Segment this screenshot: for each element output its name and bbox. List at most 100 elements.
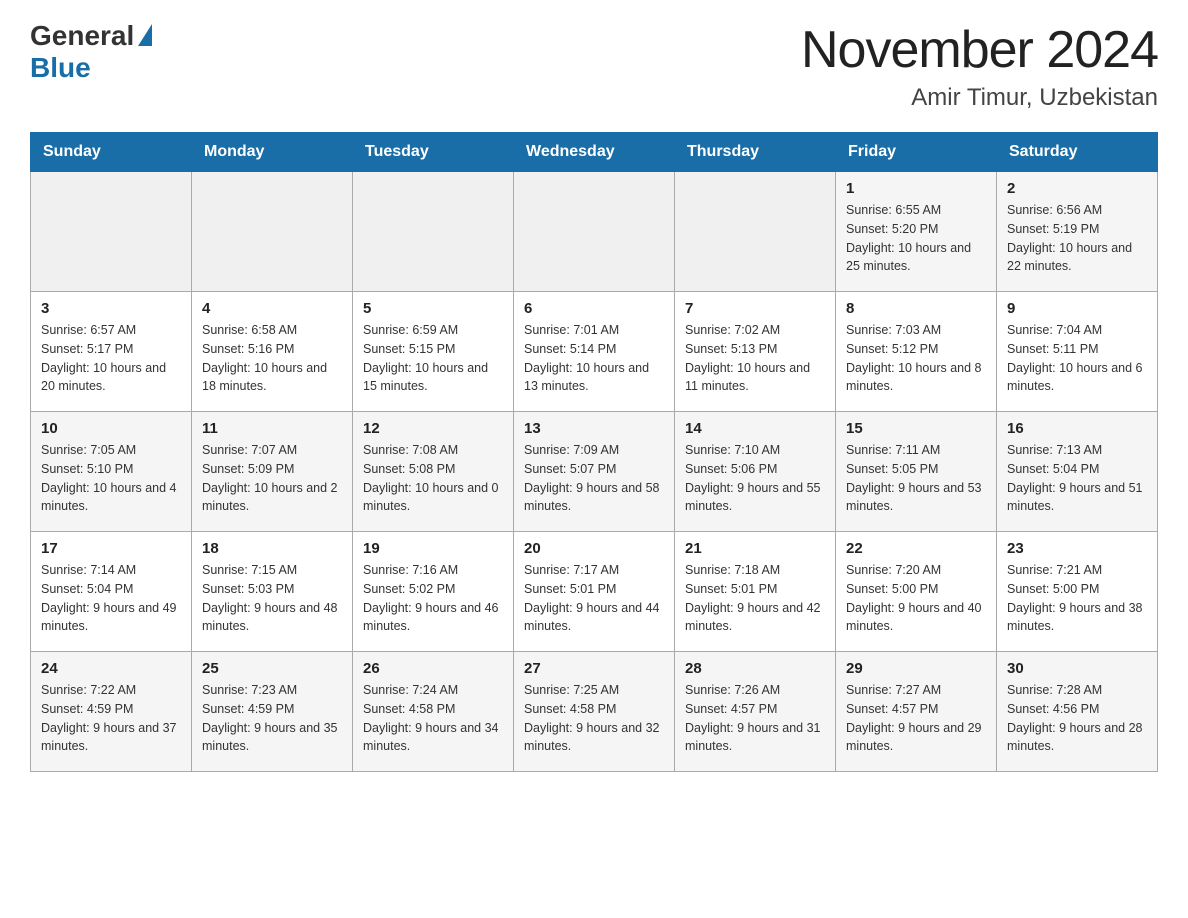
weekday-header-monday: Monday bbox=[192, 133, 353, 172]
calendar-cell: 19 Sunrise: 7:16 AMSunset: 5:02 PMDayligh… bbox=[353, 532, 514, 652]
calendar-cell: 16 Sunrise: 7:13 AMSunset: 5:04 PMDayligh… bbox=[997, 412, 1158, 532]
calendar-cell: 27 Sunrise: 7:25 AMSunset: 4:58 PMDayligh… bbox=[514, 652, 675, 772]
calendar-cell: 13Sunrise: 7:09 AMSunset: 5:07 PMDayligh… bbox=[514, 412, 675, 532]
calendar-cell bbox=[192, 172, 353, 292]
day-info: Sunrise: 7:15 AMSunset: 5:03 PMDaylight:… bbox=[202, 561, 342, 636]
day-info: Sunrise: 7:09 AMSunset: 5:07 PMDaylight:… bbox=[524, 441, 664, 516]
calendar-cell: 8 Sunrise: 7:03 AMSunset: 5:12 PMDaylight… bbox=[836, 292, 997, 412]
day-number: 14 bbox=[685, 420, 825, 437]
day-number: 4 bbox=[202, 300, 342, 317]
day-number: 6 bbox=[524, 300, 664, 317]
day-number: 21 bbox=[685, 540, 825, 557]
day-info: Sunrise: 7:16 AMSunset: 5:02 PMDaylight:… bbox=[363, 561, 503, 636]
calendar-cell bbox=[514, 172, 675, 292]
calendar-cell: 17Sunrise: 7:14 AMSunset: 5:04 PMDayligh… bbox=[31, 532, 192, 652]
day-number: 2 bbox=[1007, 180, 1147, 197]
day-info: Sunrise: 6:55 AMSunset: 5:20 PMDaylight:… bbox=[846, 201, 986, 276]
day-number: 24 bbox=[41, 660, 181, 677]
weekday-header-tuesday: Tuesday bbox=[353, 133, 514, 172]
day-info: Sunrise: 7:26 AMSunset: 4:57 PMDaylight:… bbox=[685, 681, 825, 756]
day-info: Sunrise: 7:21 AMSunset: 5:00 PMDaylight:… bbox=[1007, 561, 1147, 636]
day-number: 26 bbox=[363, 660, 503, 677]
day-info: Sunrise: 7:25 AMSunset: 4:58 PMDaylight:… bbox=[524, 681, 664, 756]
calendar-cell: 25 Sunrise: 7:23 AMSunset: 4:59 PMDayligh… bbox=[192, 652, 353, 772]
day-info: Sunrise: 7:01 AMSunset: 5:14 PMDaylight:… bbox=[524, 321, 664, 396]
day-info: Sunrise: 7:28 AMSunset: 4:56 PMDaylight:… bbox=[1007, 681, 1147, 756]
calendar-cell bbox=[31, 172, 192, 292]
calendar-table: SundayMondayTuesdayWednesdayThursdayFrid… bbox=[30, 132, 1158, 772]
day-info: Sunrise: 7:20 AMSunset: 5:00 PMDaylight:… bbox=[846, 561, 986, 636]
day-info: Sunrise: 7:04 AMSunset: 5:11 PMDaylight:… bbox=[1007, 321, 1147, 396]
calendar-cell: 23 Sunrise: 7:21 AMSunset: 5:00 PMDayligh… bbox=[997, 532, 1158, 652]
day-number: 3 bbox=[41, 300, 181, 317]
day-number: 15 bbox=[846, 420, 986, 437]
location-title: Amir Timur, Uzbekistan bbox=[801, 84, 1158, 112]
day-info: Sunrise: 7:03 AMSunset: 5:12 PMDaylight:… bbox=[846, 321, 986, 396]
day-info: Sunrise: 7:27 AMSunset: 4:57 PMDaylight:… bbox=[846, 681, 986, 756]
weekday-header-saturday: Saturday bbox=[997, 133, 1158, 172]
calendar-week-row: 10Sunrise: 7:05 AMSunset: 5:10 PMDayligh… bbox=[31, 412, 1158, 532]
day-number: 22 bbox=[846, 540, 986, 557]
day-info: Sunrise: 7:02 AMSunset: 5:13 PMDaylight:… bbox=[685, 321, 825, 396]
day-info: Sunrise: 7:10 AMSunset: 5:06 PMDaylight:… bbox=[685, 441, 825, 516]
day-info: Sunrise: 6:59 AMSunset: 5:15 PMDaylight:… bbox=[363, 321, 503, 396]
logo-general-text: General bbox=[30, 20, 134, 52]
day-info: Sunrise: 7:14 AMSunset: 5:04 PMDaylight:… bbox=[41, 561, 181, 636]
day-info: Sunrise: 7:08 AMSunset: 5:08 PMDaylight:… bbox=[363, 441, 503, 516]
calendar-cell: 9 Sunrise: 7:04 AMSunset: 5:11 PMDaylight… bbox=[997, 292, 1158, 412]
calendar-cell: 7 Sunrise: 7:02 AMSunset: 5:13 PMDaylight… bbox=[675, 292, 836, 412]
day-number: 11 bbox=[202, 420, 342, 437]
weekday-header-friday: Friday bbox=[836, 133, 997, 172]
calendar-cell: 24 Sunrise: 7:22 AMSunset: 4:59 PMDayligh… bbox=[31, 652, 192, 772]
calendar-cell: 28 Sunrise: 7:26 AMSunset: 4:57 PMDayligh… bbox=[675, 652, 836, 772]
day-number: 18 bbox=[202, 540, 342, 557]
day-number: 1 bbox=[846, 180, 986, 197]
calendar-cell: 29Sunrise: 7:27 AMSunset: 4:57 PMDayligh… bbox=[836, 652, 997, 772]
day-info: Sunrise: 6:57 AMSunset: 5:17 PMDaylight:… bbox=[41, 321, 181, 396]
day-number: 9 bbox=[1007, 300, 1147, 317]
day-number: 7 bbox=[685, 300, 825, 317]
day-info: Sunrise: 7:24 AMSunset: 4:58 PMDaylight:… bbox=[363, 681, 503, 756]
day-info: Sunrise: 7:18 AMSunset: 5:01 PMDaylight:… bbox=[685, 561, 825, 636]
calendar-week-row: 1 Sunrise: 6:55 AMSunset: 5:20 PMDaylight… bbox=[31, 172, 1158, 292]
calendar-cell: 30 Sunrise: 7:28 AMSunset: 4:56 PMDayligh… bbox=[997, 652, 1158, 772]
calendar-cell: 5 Sunrise: 6:59 AMSunset: 5:15 PMDaylight… bbox=[353, 292, 514, 412]
logo-blue-text: Blue bbox=[30, 52, 91, 84]
month-title: November 2024 bbox=[801, 20, 1158, 80]
calendar-cell: 15Sunrise: 7:11 AMSunset: 5:05 PMDayligh… bbox=[836, 412, 997, 532]
weekday-header-sunday: Sunday bbox=[31, 133, 192, 172]
calendar-cell: 10Sunrise: 7:05 AMSunset: 5:10 PMDayligh… bbox=[31, 412, 192, 532]
calendar-week-row: 3 Sunrise: 6:57 AMSunset: 5:17 PMDaylight… bbox=[31, 292, 1158, 412]
day-number: 12 bbox=[363, 420, 503, 437]
day-number: 5 bbox=[363, 300, 503, 317]
day-info: Sunrise: 7:17 AMSunset: 5:01 PMDaylight:… bbox=[524, 561, 664, 636]
calendar-cell: 14 Sunrise: 7:10 AMSunset: 5:06 PMDayligh… bbox=[675, 412, 836, 532]
day-number: 28 bbox=[685, 660, 825, 677]
calendar-cell: 11 Sunrise: 7:07 AMSunset: 5:09 PMDayligh… bbox=[192, 412, 353, 532]
day-info: Sunrise: 7:07 AMSunset: 5:09 PMDaylight:… bbox=[202, 441, 342, 516]
weekday-header-wednesday: Wednesday bbox=[514, 133, 675, 172]
day-number: 25 bbox=[202, 660, 342, 677]
day-number: 16 bbox=[1007, 420, 1147, 437]
day-number: 30 bbox=[1007, 660, 1147, 677]
logo-triangle-icon bbox=[138, 24, 152, 46]
day-number: 8 bbox=[846, 300, 986, 317]
calendar-week-row: 24 Sunrise: 7:22 AMSunset: 4:59 PMDayligh… bbox=[31, 652, 1158, 772]
day-number: 19 bbox=[363, 540, 503, 557]
day-info: Sunrise: 6:58 AMSunset: 5:16 PMDaylight:… bbox=[202, 321, 342, 396]
day-number: 27 bbox=[524, 660, 664, 677]
day-info: Sunrise: 7:22 AMSunset: 4:59 PMDaylight:… bbox=[41, 681, 181, 756]
title-section: November 2024 Amir Timur, Uzbekistan bbox=[801, 20, 1158, 112]
calendar-cell bbox=[353, 172, 514, 292]
weekday-header-thursday: Thursday bbox=[675, 133, 836, 172]
day-info: Sunrise: 7:13 AMSunset: 5:04 PMDaylight:… bbox=[1007, 441, 1147, 516]
calendar-cell: 4 Sunrise: 6:58 AMSunset: 5:16 PMDaylight… bbox=[192, 292, 353, 412]
day-number: 23 bbox=[1007, 540, 1147, 557]
logo-top: General bbox=[30, 20, 152, 52]
calendar-cell: 26 Sunrise: 7:24 AMSunset: 4:58 PMDayligh… bbox=[353, 652, 514, 772]
day-info: Sunrise: 7:23 AMSunset: 4:59 PMDaylight:… bbox=[202, 681, 342, 756]
calendar-cell: 20Sunrise: 7:17 AMSunset: 5:01 PMDayligh… bbox=[514, 532, 675, 652]
calendar-header-row: SundayMondayTuesdayWednesdayThursdayFrid… bbox=[31, 133, 1158, 172]
calendar-cell: 3 Sunrise: 6:57 AMSunset: 5:17 PMDaylight… bbox=[31, 292, 192, 412]
day-number: 10 bbox=[41, 420, 181, 437]
